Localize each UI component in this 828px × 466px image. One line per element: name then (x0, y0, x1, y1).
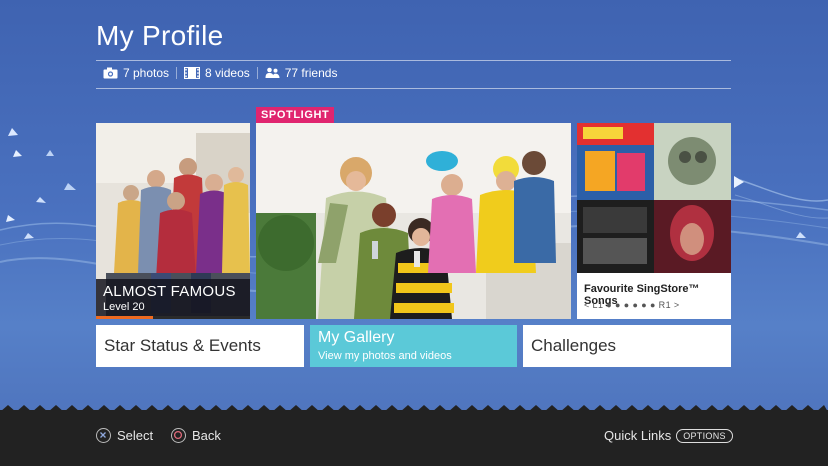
friends-stat: 77 friends (265, 66, 338, 80)
friends-icon (265, 67, 280, 78)
options-button-icon: OPTIONS (676, 428, 733, 443)
videos-stat: 8 videos (184, 66, 250, 80)
stat-separator (256, 67, 258, 79)
challenges-label: Challenges (531, 336, 617, 355)
singstore-tile[interactable]: Favourite SingStore™ Songs < L1 ● ● ● ● … (577, 123, 731, 319)
circle-button-icon (171, 428, 186, 443)
page-indicator[interactable]: < L1 ● ● ● ● ● ● R1 > (584, 300, 680, 310)
my-gallery-button[interactable]: My Gallery View my photos and videos (310, 325, 517, 367)
back-hint[interactable]: Back (171, 428, 221, 443)
star-status-label: Star Status & Events (104, 336, 261, 355)
level-label: Level 20 (103, 301, 145, 313)
select-hint[interactable]: Select (96, 428, 153, 443)
videos-count: 8 videos (205, 66, 250, 80)
stat-separator (176, 67, 178, 79)
select-label: Select (117, 428, 154, 443)
back-label: Back (192, 428, 221, 443)
photos-count: 7 photos (123, 66, 170, 80)
friends-count: 77 friends (284, 66, 338, 80)
title-divider (96, 60, 731, 61)
star-status-events-button[interactable]: Star Status & Events (96, 325, 304, 367)
photos-stat: 7 photos (103, 66, 169, 80)
film-icon (184, 67, 201, 79)
quick-links-label: Quick Links (604, 428, 672, 443)
gallery-title: My Gallery (318, 329, 395, 346)
camera-icon (103, 67, 118, 79)
level-progress-bar (96, 316, 250, 319)
gallery-subtitle: View my photos and videos (318, 350, 452, 362)
spotlight-tile[interactable] (256, 123, 571, 319)
singstore-caption: Favourite SingStore™ Songs < L1 ● ● ● ● … (577, 273, 731, 319)
album-art-grid (577, 123, 731, 273)
spotlight-badge: SPOTLIGHT (256, 107, 335, 124)
cross-button-icon (96, 428, 111, 443)
party-photo (256, 123, 571, 319)
quick-links-hint[interactable]: Quick Links OPTIONS (604, 428, 733, 443)
level-progress-fill (96, 316, 153, 319)
almost-famous-caption: ALMOST FAMOUS Level 20 (96, 279, 250, 319)
challenges-button[interactable]: Challenges (523, 325, 731, 367)
almost-famous-tile[interactable]: ALMOST FAMOUS Level 20 (96, 123, 250, 319)
profile-stats: 7 photos 8 videos 77 friends (103, 66, 337, 80)
almost-famous-title: ALMOST FAMOUS (103, 283, 236, 300)
stats-divider (96, 88, 731, 89)
page-title: My Profile (96, 20, 224, 51)
